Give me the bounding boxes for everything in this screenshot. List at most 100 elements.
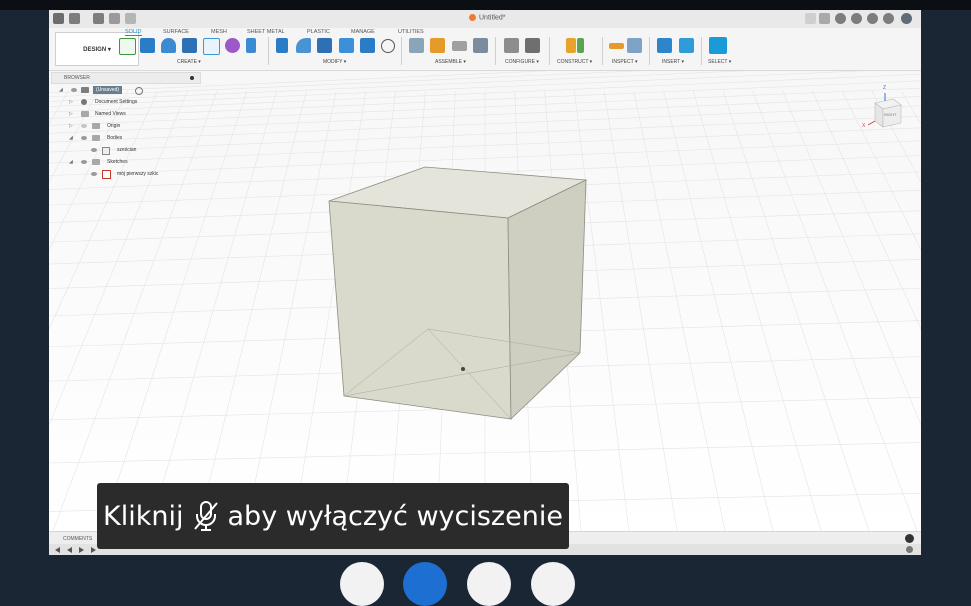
radio-icon[interactable] bbox=[135, 87, 143, 95]
visibility-icon[interactable] bbox=[81, 136, 87, 140]
select-icon[interactable] bbox=[709, 37, 727, 54]
table-icon[interactable] bbox=[525, 38, 540, 53]
tab-mesh[interactable]: MESH bbox=[211, 29, 227, 35]
call-control-button[interactable] bbox=[467, 562, 511, 606]
tab-plastic[interactable]: PLASTIC bbox=[307, 29, 330, 35]
undo-icon[interactable] bbox=[109, 13, 120, 24]
browser-title: BROWSER bbox=[64, 75, 90, 81]
help-icon[interactable] bbox=[883, 13, 894, 24]
extrude-icon[interactable] bbox=[140, 38, 155, 53]
expand-icon[interactable]: ▷ bbox=[69, 108, 73, 120]
tree-item-origin[interactable]: ▷ Origin bbox=[51, 120, 201, 132]
insert-image-icon[interactable] bbox=[679, 38, 694, 53]
timeline-start-icon[interactable] bbox=[55, 547, 60, 553]
call-control-button[interactable] bbox=[531, 562, 575, 606]
notifications-icon[interactable] bbox=[867, 13, 878, 24]
construct-group-label[interactable]: CONSTRUCT ▾ bbox=[557, 59, 592, 65]
tree-item-sketches[interactable]: ◢ Sketches bbox=[51, 156, 201, 168]
view-cube-face-label: RIGHT bbox=[884, 112, 897, 117]
tab-surface[interactable]: SURFACE bbox=[163, 29, 189, 35]
grid-menu-icon[interactable] bbox=[53, 13, 64, 24]
press-pull-icon[interactable] bbox=[276, 38, 288, 53]
tree-item-body[interactable]: sześcian bbox=[51, 144, 201, 156]
visibility-icon[interactable] bbox=[81, 160, 87, 164]
viewport-canvas[interactable]: BROWSER ◢ (Unsaved) ▷ Document Settings … bbox=[49, 71, 921, 531]
collapse-icon[interactable]: ◢ bbox=[69, 132, 73, 144]
tab-utilities[interactable]: UTILITIES bbox=[398, 29, 424, 35]
timeline-settings-icon[interactable] bbox=[906, 546, 913, 553]
assemble-group-label[interactable]: ASSEMBLE ▾ bbox=[435, 59, 466, 65]
insert-group-label[interactable]: INSERT ▾ bbox=[662, 59, 684, 65]
view-cube[interactable]: RIGHT Z X bbox=[862, 85, 907, 133]
visibility-icon[interactable] bbox=[81, 124, 87, 128]
fusion-window: Untitled* DESIGN ▾ SOLID SURFACE MESH SH… bbox=[49, 10, 921, 555]
tree-item-label: (Unsaved) bbox=[93, 86, 123, 94]
pin-icon[interactable] bbox=[190, 76, 194, 80]
tab-sheet-metal[interactable]: SHEET METAL bbox=[247, 29, 285, 35]
visibility-icon[interactable] bbox=[91, 148, 97, 152]
cube-body[interactable] bbox=[328, 166, 588, 420]
title-bar: Untitled* bbox=[49, 10, 921, 29]
toast-text-before: Kliknij bbox=[103, 500, 184, 532]
comments-toggle-icon[interactable] bbox=[905, 534, 914, 543]
tab-solid[interactable]: SOLID bbox=[125, 29, 142, 36]
form-icon[interactable] bbox=[225, 38, 240, 53]
rigid-group-icon[interactable] bbox=[473, 38, 488, 53]
timeline-forward-icon[interactable] bbox=[91, 547, 96, 553]
tree-item-label: Document Settings bbox=[95, 99, 138, 105]
close-tab-icon[interactable] bbox=[805, 13, 816, 24]
expand-icon[interactable]: ▷ bbox=[69, 120, 73, 132]
new-tab-icon[interactable] bbox=[819, 13, 830, 24]
visibility-icon[interactable] bbox=[71, 88, 77, 92]
revolve-icon[interactable] bbox=[161, 38, 176, 53]
save-icon[interactable] bbox=[93, 13, 104, 24]
section-analysis-icon[interactable] bbox=[627, 38, 642, 53]
create-sketch-icon[interactable] bbox=[119, 38, 136, 55]
joint-icon[interactable] bbox=[430, 38, 445, 53]
modify-group-label[interactable]: MODIFY ▾ bbox=[323, 59, 346, 65]
tab-manage[interactable]: MANAGE bbox=[351, 29, 375, 35]
tree-item-named-views[interactable]: ▷ Named Views bbox=[51, 108, 201, 120]
expand-icon[interactable]: ▷ bbox=[69, 96, 73, 108]
muted-microphone-icon bbox=[193, 501, 218, 531]
fillet-icon[interactable] bbox=[296, 38, 311, 53]
tree-item-document-settings[interactable]: ▷ Document Settings bbox=[51, 96, 201, 108]
browser-header[interactable]: BROWSER bbox=[51, 72, 201, 84]
measure-icon[interactable] bbox=[609, 43, 624, 49]
timeline-back-icon[interactable] bbox=[67, 547, 72, 553]
sketch-icon bbox=[102, 170, 111, 179]
timeline-play-icon[interactable] bbox=[79, 547, 84, 553]
collapse-icon[interactable]: ◢ bbox=[69, 156, 73, 168]
combine-icon[interactable] bbox=[360, 38, 375, 53]
as-built-joint-icon[interactable] bbox=[452, 41, 467, 51]
move-icon[interactable] bbox=[381, 39, 395, 53]
call-control-button[interactable] bbox=[403, 562, 447, 606]
new-component-icon[interactable] bbox=[409, 38, 424, 53]
shell-icon[interactable] bbox=[339, 38, 354, 53]
unmute-toast[interactable]: Kliknij aby wyłączyć wyciszenie bbox=[97, 483, 569, 549]
tree-item-sketch[interactable]: mój pierwszy szkic bbox=[51, 168, 201, 180]
create-group-label[interactable]: CREATE ▾ bbox=[177, 59, 201, 65]
configure-icon[interactable] bbox=[504, 38, 519, 53]
user-avatar-icon[interactable] bbox=[901, 13, 912, 24]
tree-item-bodies[interactable]: ◢ Bodies bbox=[51, 132, 201, 144]
chamfer-icon[interactable] bbox=[317, 38, 332, 53]
call-control-button[interactable] bbox=[340, 562, 384, 606]
file-icon[interactable] bbox=[69, 13, 80, 24]
select-group-label[interactable]: SELECT ▾ bbox=[708, 59, 731, 65]
tree-item-label: mój pierwszy szkic bbox=[117, 171, 159, 177]
redo-icon[interactable] bbox=[125, 13, 136, 24]
expand-icon[interactable]: ◢ bbox=[59, 84, 63, 96]
jobs-icon[interactable] bbox=[851, 13, 862, 24]
offset-plane-icon[interactable] bbox=[566, 38, 576, 53]
box-icon[interactable] bbox=[182, 38, 197, 53]
tree-item-root[interactable]: ◢ (Unsaved) bbox=[51, 84, 201, 96]
visibility-icon[interactable] bbox=[91, 172, 97, 176]
construct-plane-icon[interactable] bbox=[577, 38, 584, 53]
extensions-icon[interactable] bbox=[835, 13, 846, 24]
pattern-icon[interactable] bbox=[203, 38, 220, 55]
insert-derive-icon[interactable] bbox=[657, 38, 672, 53]
configure-group-label[interactable]: CONFIGURE ▾ bbox=[505, 59, 539, 65]
joint-origin-icon[interactable] bbox=[246, 38, 256, 53]
inspect-group-label[interactable]: INSPECT ▾ bbox=[612, 59, 637, 65]
